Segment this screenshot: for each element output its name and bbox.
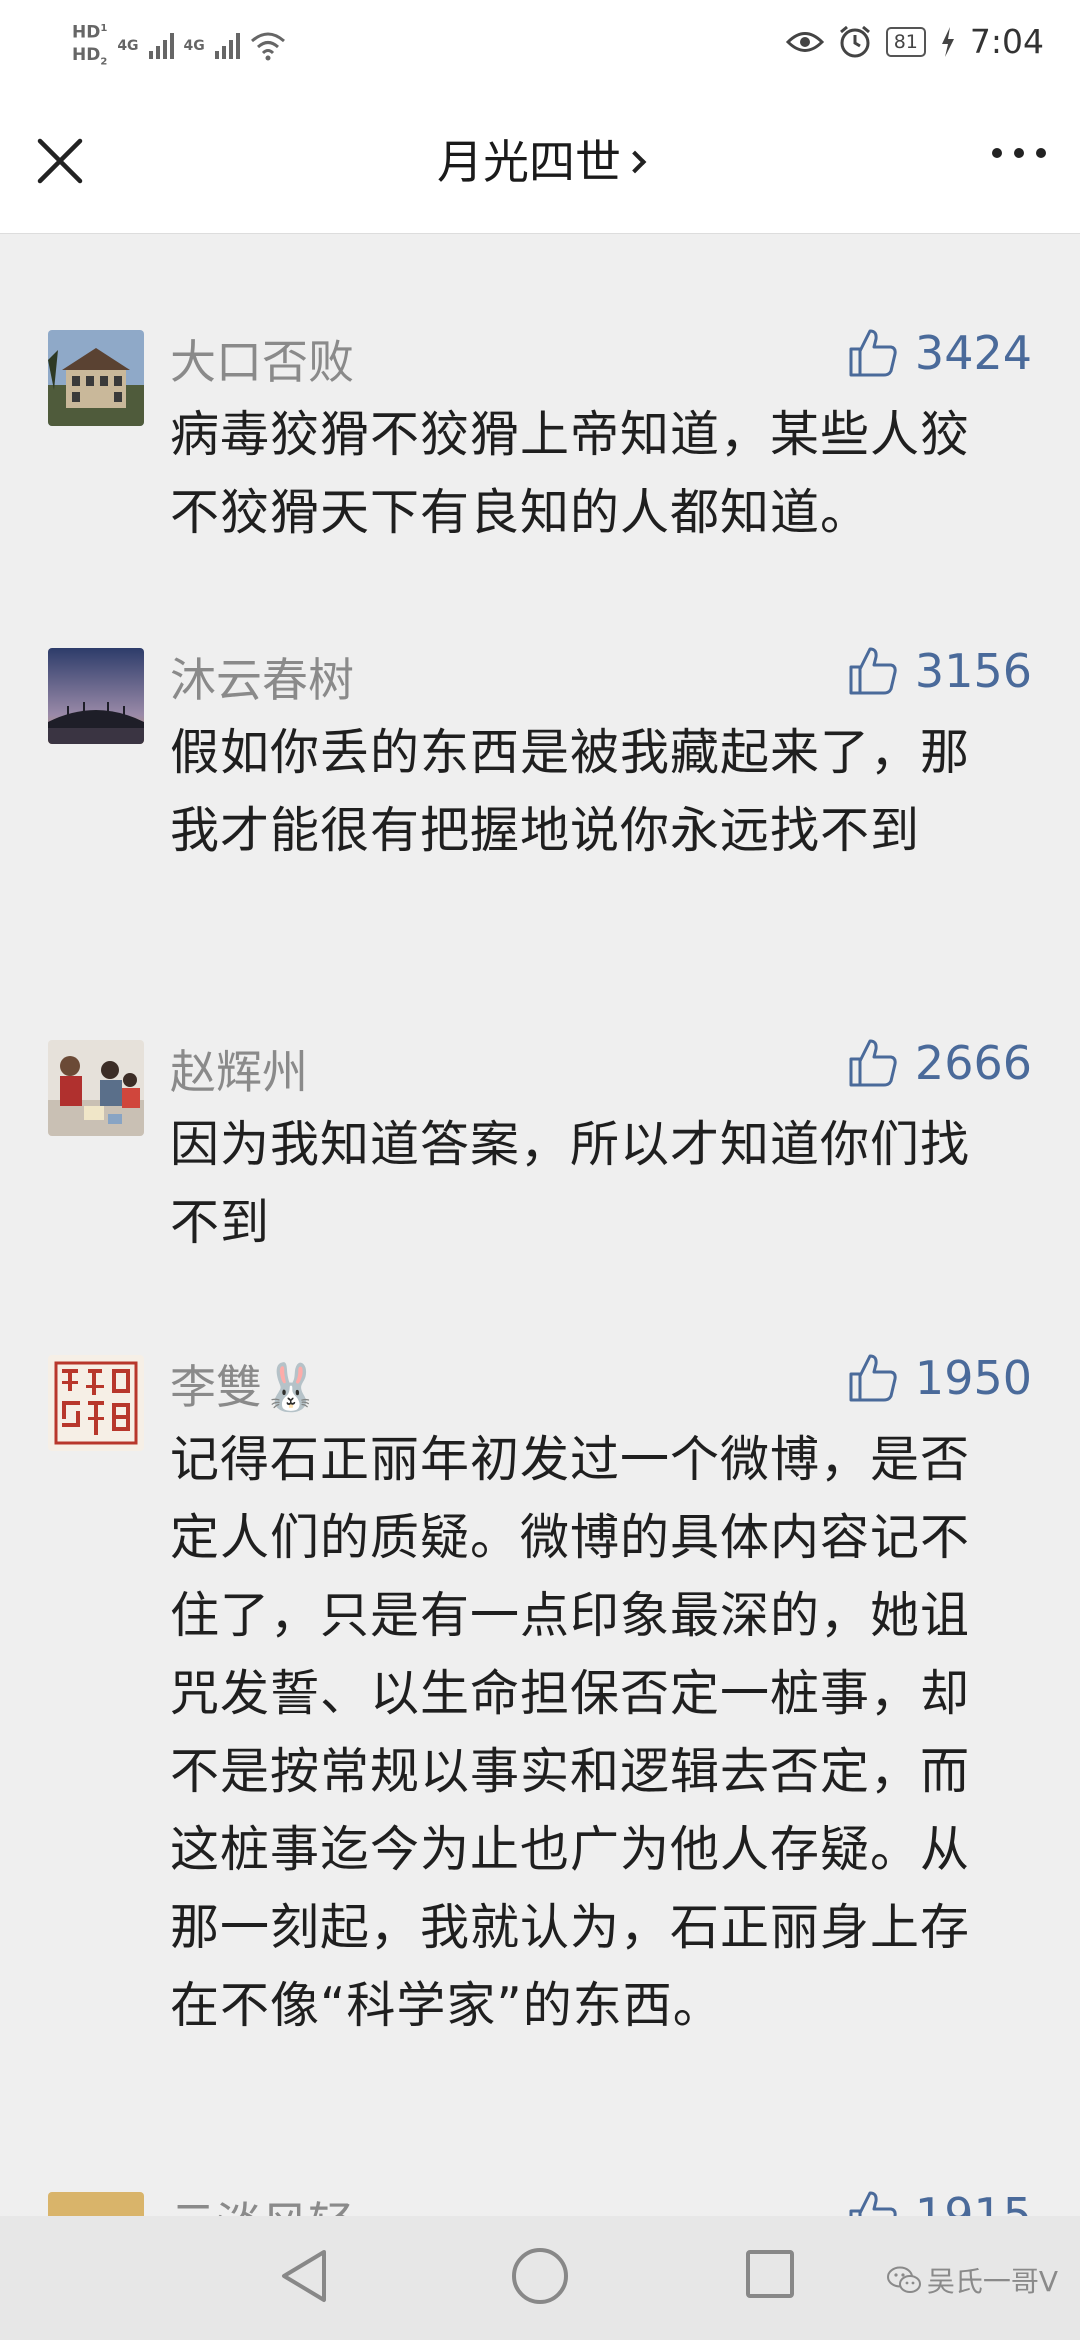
comment-author[interactable]: 李雙🐰 (170, 1351, 319, 1417)
hd-indicators: HD1 HD2 (72, 18, 107, 73)
more-dot (1014, 148, 1024, 158)
like-button[interactable]: 1950 (847, 1351, 1032, 1405)
like-count: 2666 (914, 1036, 1032, 1090)
comment-author-name: 李雙 (170, 1360, 262, 1414)
thumbs-up-icon (849, 1039, 897, 1087)
like-button[interactable]: 2666 (847, 1036, 1032, 1090)
back-button[interactable] (278, 2246, 330, 2310)
comment-text: 假如你丢的东西是被我藏起来了，那我才能很有把握地说你永远找不到 (170, 724, 971, 859)
thumbs-up-icon (849, 1354, 897, 1402)
thumbs-up-icon (849, 647, 897, 695)
wifi-icon (250, 32, 285, 61)
more-dot (992, 148, 1002, 158)
alarm-icon (839, 25, 870, 57)
signal1-label: 4G (117, 37, 139, 54)
like-count: 3424 (914, 326, 1032, 380)
recent-apps-button[interactable] (746, 2250, 794, 2298)
more-dot (1036, 148, 1046, 158)
avatar[interactable] (48, 330, 144, 426)
comment-author[interactable]: 大口否败 (170, 326, 354, 392)
like-count: 3156 (914, 644, 1032, 698)
wechat-icon (886, 2266, 921, 2293)
watermark-text: 吴氏一哥V (926, 2265, 1058, 2298)
battery-level: 81 (885, 26, 926, 57)
home-button[interactable] (512, 2248, 568, 2304)
avatar[interactable] (48, 1040, 144, 1136)
rabbit-emoji: 🐰 (262, 1360, 320, 1414)
charging-icon (941, 26, 954, 57)
comment-text: 因为我知道答案，所以才知道你们找不到 (170, 1116, 971, 1251)
more-button[interactable] (992, 148, 1046, 158)
avatar[interactable] (48, 1355, 144, 1451)
back-triangle-icon (282, 2250, 326, 2302)
hd1-label: HD1 (72, 22, 108, 43)
signal2-bars-icon (214, 32, 240, 59)
like-button[interactable]: 3156 (847, 644, 1032, 698)
comment-text: 记得石正丽年初发过一个微博，是否定人们的质疑。微博的具体内容记不住了，只是有一点… (170, 1431, 971, 2034)
chevron-right-icon (623, 150, 647, 174)
comment-author[interactable]: 沐云春树 (170, 644, 354, 710)
status-right: 81 7:04 (785, 22, 1044, 61)
signal2-label: 4G (183, 37, 205, 54)
comment-author[interactable]: 赵辉州 (170, 1036, 308, 1102)
page-title[interactable]: 月光四世 (0, 126, 1080, 192)
comment-text: 病毒狡猾不狡猾上帝知道，某些人狡不狡猾天下有良知的人都知道。 (170, 406, 971, 541)
system-nav-bar: 吴氏一哥V (0, 2216, 1080, 2340)
like-count: 1950 (914, 1351, 1032, 1405)
status-bar: HD1 HD2 4G 4G 81 7:04 (0, 0, 1080, 96)
like-button[interactable]: 3424 (847, 326, 1032, 380)
thumbs-up-icon (849, 329, 897, 377)
eye-comfort-icon (785, 31, 824, 52)
page-title-text: 月光四世 (437, 135, 621, 189)
signal1-bars-icon (148, 32, 174, 59)
avatar[interactable] (48, 648, 144, 744)
status-left: HD1 HD2 4G 4G (72, 18, 286, 73)
watermark: 吴氏一哥V (886, 2260, 1058, 2300)
title-bar: 月光四世 (0, 96, 1080, 234)
hd2-label: HD2 (72, 44, 108, 68)
clock-time: 7:04 (969, 22, 1044, 61)
